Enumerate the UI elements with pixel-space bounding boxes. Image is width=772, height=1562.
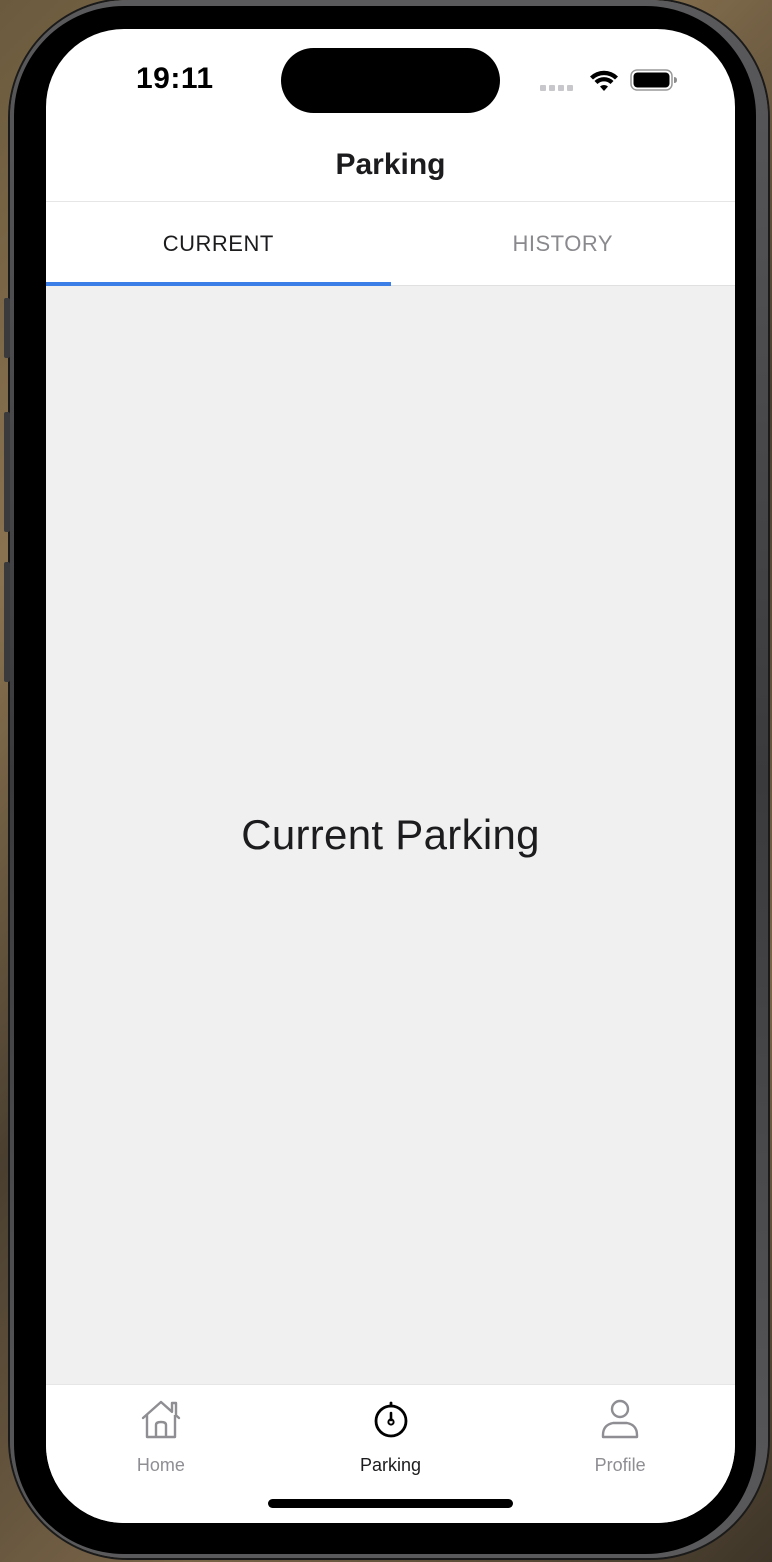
stopwatch-icon xyxy=(374,1401,407,1438)
battery-icon xyxy=(630,69,677,91)
dynamic-island xyxy=(281,48,500,113)
wifi-icon xyxy=(590,70,618,91)
page-title: Parking xyxy=(335,148,446,181)
status-time: 19:11 xyxy=(136,62,214,95)
tab-history[interactable]: HISTORY xyxy=(391,202,736,285)
bottom-tab-profile[interactable]: Profile xyxy=(505,1385,735,1523)
bottom-tab-home[interactable]: Home xyxy=(46,1385,276,1523)
side-button-volume-up xyxy=(4,412,10,532)
side-button-mute xyxy=(4,298,10,358)
current-parking-text: Current Parking xyxy=(241,811,540,858)
top-tab-bar: CURRENT HISTORY xyxy=(46,202,735,286)
home-indicator[interactable] xyxy=(268,1499,513,1508)
home-icon xyxy=(141,1400,181,1439)
tab-current[interactable]: CURRENT xyxy=(46,202,391,286)
tab-current-label: CURRENT xyxy=(162,230,274,256)
tab-history-label: HISTORY xyxy=(512,230,613,256)
side-button-volume-down xyxy=(4,562,10,682)
bottom-tab-home-label: Home xyxy=(136,1455,185,1475)
main-content: Current Parking xyxy=(46,286,735,1384)
bottom-tab-parking-label: Parking xyxy=(359,1455,422,1475)
nav-header: Parking xyxy=(46,129,735,202)
app-screen: 19:11 Parking CURRENT HISTORY Current Pa… xyxy=(46,29,735,1523)
person-icon xyxy=(601,1399,639,1439)
cellular-signal-icon xyxy=(540,85,573,91)
bottom-tab-profile-label: Profile xyxy=(594,1455,646,1475)
